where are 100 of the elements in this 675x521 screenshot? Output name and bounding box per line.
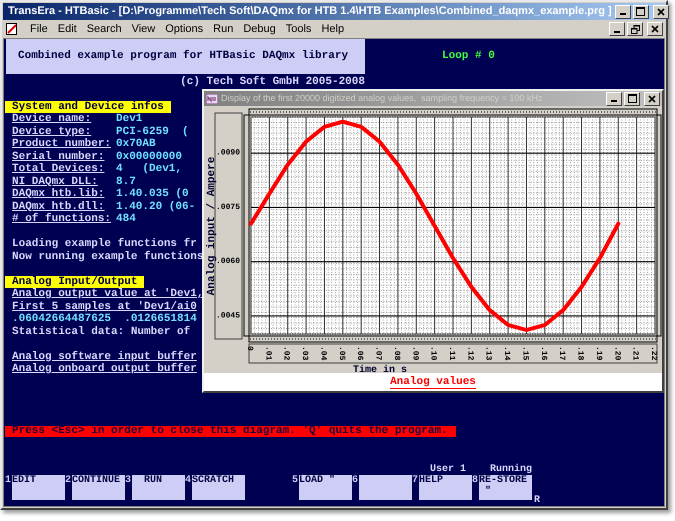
tick-label: .16 bbox=[538, 346, 548, 360]
tick-label: .0075 bbox=[216, 202, 240, 212]
minimize-icon bbox=[620, 13, 626, 15]
tick-label: .10 bbox=[428, 346, 438, 360]
output-line: Analog onboard output buffer bbox=[12, 363, 197, 376]
softkey[interactable]: SCRATCH bbox=[192, 475, 245, 500]
info-value: 484 bbox=[116, 213, 136, 226]
message-line: Now running example functions bbox=[11, 250, 204, 263]
menu-item[interactable]: Search bbox=[82, 20, 127, 38]
info-value: 1.40.035 (0 bbox=[116, 188, 189, 200]
tick-label: .14 bbox=[502, 346, 512, 360]
window-title: TransEra - HTBasic - [D:\Programme\Tech Soft\DAQmx for HTB 1.4\HTB Examples\Combined_daqmx_example.prg ] bbox=[8, 4, 612, 20]
message-line: Loading example functions fr bbox=[11, 238, 197, 250]
softkey[interactable]: EDIT bbox=[12, 475, 65, 500]
menu-item[interactable]: Tools bbox=[280, 20, 316, 38]
info-value: 1.40.20 (06- bbox=[116, 200, 196, 213]
section-heading: System and Device infos bbox=[5, 100, 171, 113]
close-button[interactable] bbox=[647, 22, 663, 36]
key-number: 5 bbox=[292, 475, 299, 488]
maximize-button[interactable] bbox=[624, 92, 640, 106]
tick-label: .20 bbox=[612, 346, 622, 360]
info-label: Product number: bbox=[12, 138, 112, 150]
menu-item[interactable]: Debug bbox=[238, 20, 281, 38]
tick-label: .03 bbox=[300, 346, 310, 360]
key-number: 3 bbox=[125, 475, 132, 488]
tick-label: .04 bbox=[318, 346, 328, 360]
menu-item[interactable]: Options bbox=[160, 20, 208, 38]
close-icon bbox=[648, 94, 656, 102]
axis-title: Analog input / Ampere bbox=[206, 156, 218, 296]
key-number: 8 bbox=[472, 475, 479, 488]
softkey[interactable]: HELP bbox=[419, 475, 472, 500]
tick-label: .21 bbox=[630, 346, 640, 360]
tick-label: .02 bbox=[282, 346, 291, 360]
key-number: 1 bbox=[5, 475, 12, 488]
minimize-icon bbox=[611, 100, 617, 102]
tick-label: .05 bbox=[336, 346, 346, 360]
info-value: 0x00000000 bbox=[116, 150, 182, 163]
info-value: 8.7 bbox=[116, 176, 136, 188]
menu-item[interactable]: File bbox=[25, 20, 53, 38]
info-label: Device name: bbox=[12, 113, 92, 126]
maximize-button[interactable] bbox=[632, 4, 649, 18]
axis-title: Time in s bbox=[353, 365, 407, 373]
output-line: Statistical data: Number of bbox=[12, 326, 190, 338]
minimize-button[interactable] bbox=[614, 4, 631, 18]
user-label: User 1 bbox=[430, 464, 466, 475]
minimize-button[interactable] bbox=[606, 92, 622, 106]
tick-label: .06 bbox=[355, 346, 364, 360]
key-number: 6 bbox=[352, 475, 359, 488]
minimize-icon bbox=[614, 30, 620, 32]
close-button[interactable] bbox=[644, 92, 660, 106]
document-icon bbox=[5, 22, 19, 36]
tick-label: .12 bbox=[465, 346, 474, 360]
menu-item[interactable]: Edit bbox=[52, 20, 82, 38]
output-line: First 5 samples at 'Dev1/ai0 bbox=[12, 300, 197, 313]
info-value: 0x70AB bbox=[116, 138, 156, 150]
close-button[interactable] bbox=[652, 4, 669, 18]
maximize-icon bbox=[636, 7, 646, 16]
info-label: DAQmx htb.dll: bbox=[12, 200, 106, 212]
mode-indicator: R bbox=[534, 495, 540, 506]
softkey[interactable]: LOAD " bbox=[299, 475, 352, 500]
header-banner: Combined example program for HTBasic DAQmx library bbox=[6, 39, 365, 74]
tick-label: .13 bbox=[484, 346, 493, 360]
tick-label: .22 bbox=[649, 346, 658, 360]
restore-button[interactable] bbox=[627, 22, 643, 36]
info-value: Dev1 bbox=[116, 113, 142, 126]
tick-label: .19 bbox=[594, 346, 603, 360]
key-number: 4 bbox=[185, 475, 192, 488]
softkey[interactable]: RE-STORE " bbox=[479, 475, 532, 500]
output-line: .06042664487625 .0126651814 bbox=[12, 313, 197, 326]
restore-icon bbox=[630, 24, 640, 34]
menu-item[interactable]: View bbox=[126, 20, 160, 38]
softkey[interactable]: CONTINUE bbox=[72, 475, 125, 500]
prompt-bar: Press <Esc> in order to close this diagram. 'Q' quits the program. bbox=[5, 426, 456, 437]
close-icon bbox=[656, 8, 665, 16]
info-label: DAQmx htb.lib: bbox=[12, 188, 106, 200]
info-value: 4 (Dev1, bbox=[116, 163, 182, 176]
tick-label: .18 bbox=[576, 346, 585, 360]
key-number: 2 bbox=[65, 475, 72, 488]
tick-label: .09 bbox=[410, 346, 420, 360]
info-label: Device type: bbox=[12, 126, 92, 138]
app-icon bbox=[206, 94, 218, 104]
key-number: 7 bbox=[412, 475, 419, 488]
tick-label: .07 bbox=[374, 346, 383, 360]
output-line: Analog output value at 'Dev1, bbox=[12, 288, 204, 300]
tick-label: .01 bbox=[263, 346, 272, 360]
tick-label: .0060 bbox=[216, 257, 240, 266]
tick-label: .17 bbox=[557, 346, 566, 360]
menu-item[interactable]: Help bbox=[316, 20, 350, 38]
tick-label: 0 bbox=[245, 346, 254, 351]
tick-label: .15 bbox=[520, 346, 530, 360]
tick-label: .11 bbox=[447, 346, 456, 360]
section-heading: Analog Input/Output bbox=[5, 276, 144, 288]
close-icon bbox=[651, 25, 659, 33]
menu-item[interactable]: Run bbox=[208, 20, 238, 38]
run-state: Running bbox=[490, 464, 532, 475]
tick-label: .0045 bbox=[216, 311, 240, 320]
minimize-button[interactable] bbox=[609, 22, 625, 36]
maximize-icon bbox=[628, 94, 636, 103]
softkey[interactable]: RUN bbox=[132, 475, 185, 500]
info-label: NI DAQmx DLL: bbox=[12, 176, 99, 188]
